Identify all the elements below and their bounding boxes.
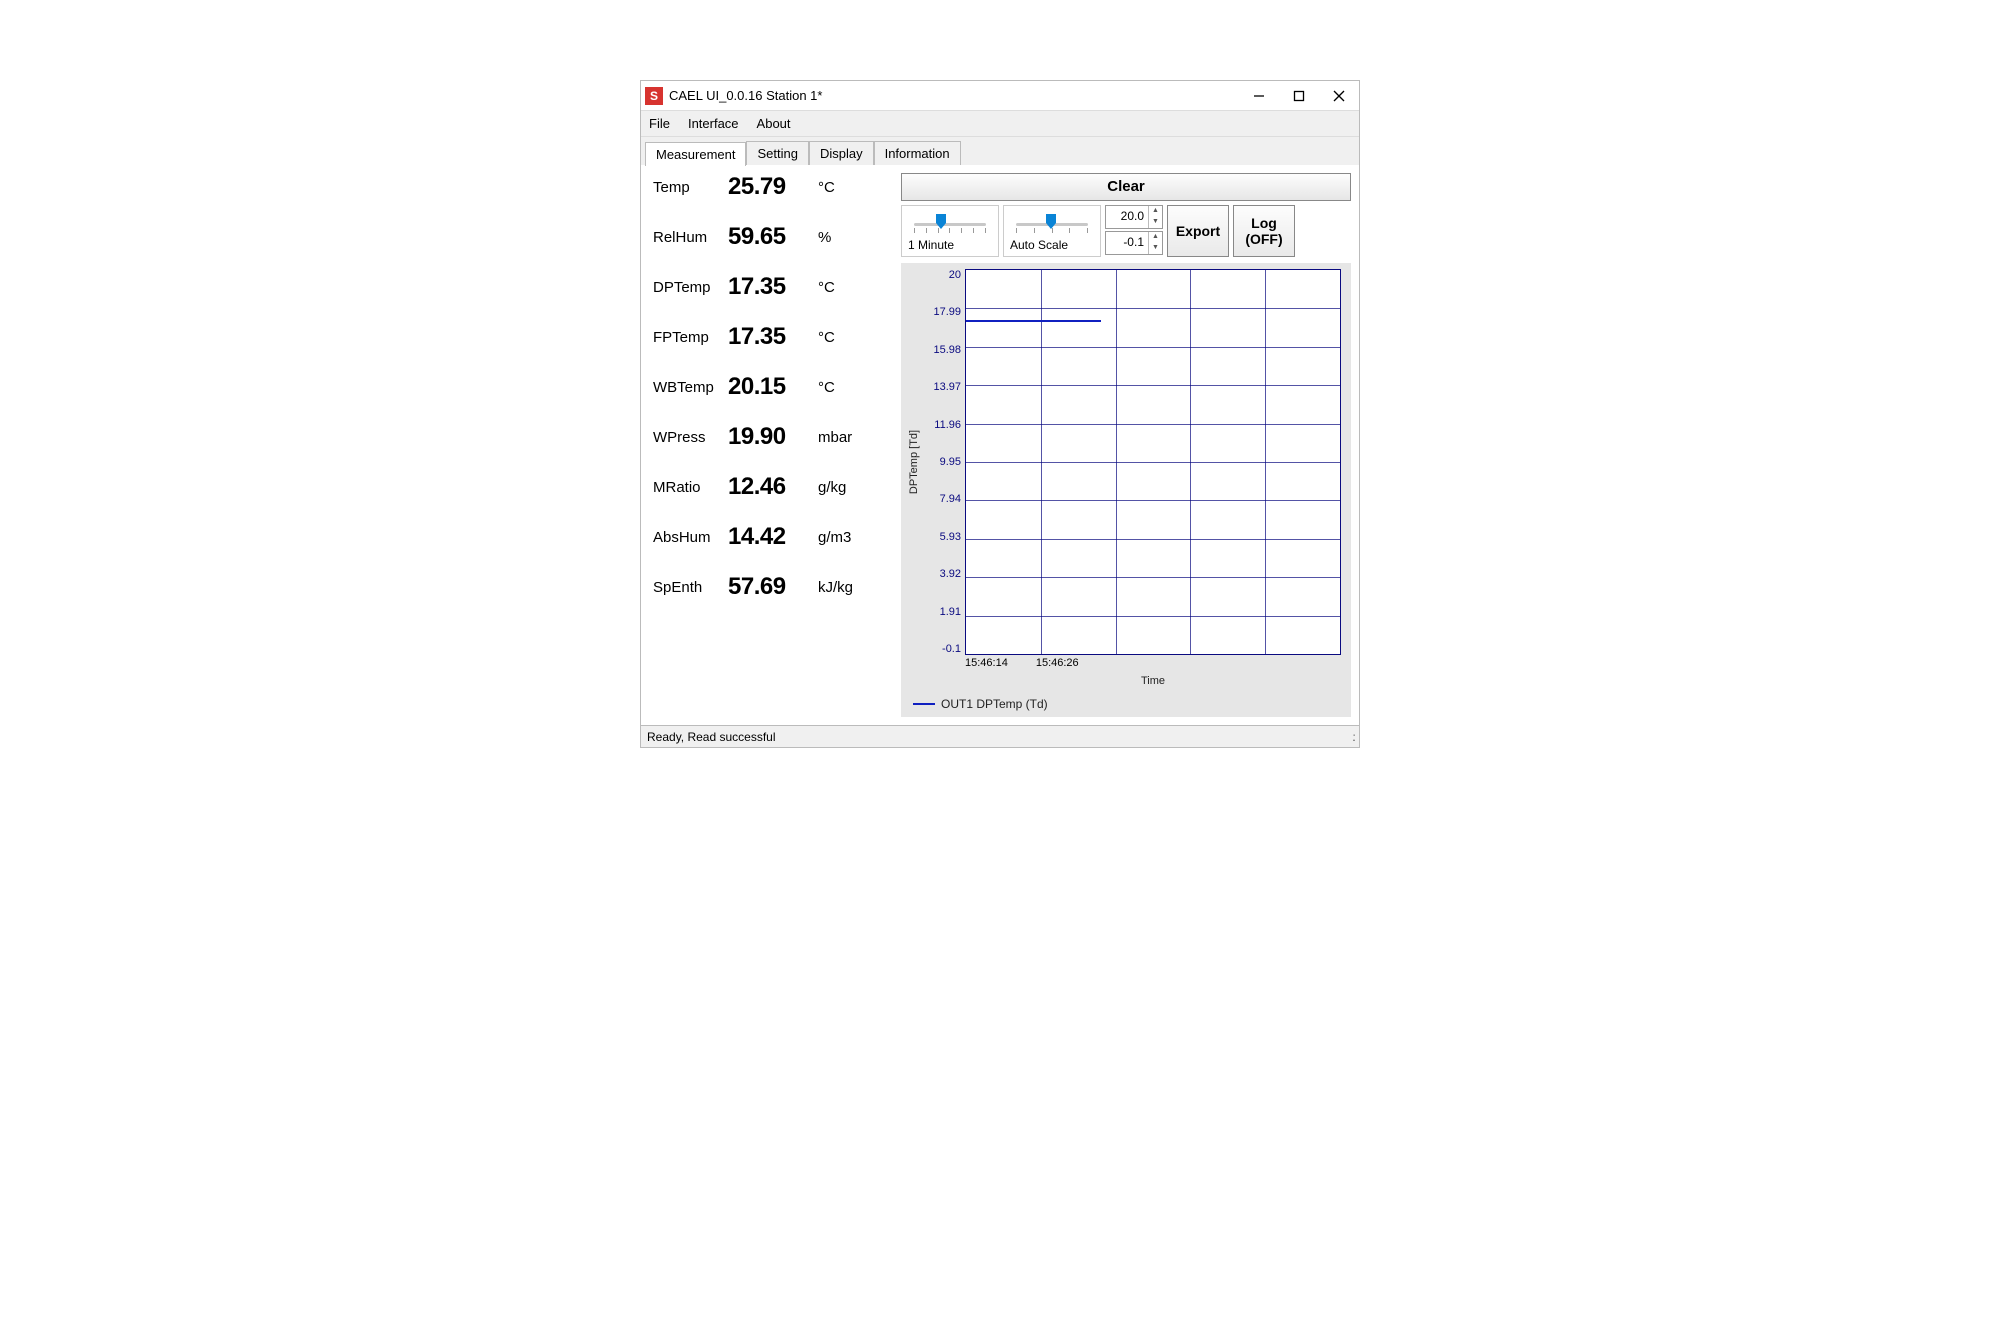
meas-label: FPTemp <box>653 329 728 346</box>
time-window-label: 1 Minute <box>908 238 954 252</box>
x-axis-label: Time <box>965 675 1341 687</box>
meas-value: 25.79 <box>728 173 818 201</box>
chart-area: DPTemp [Td] 20 17.99 15.98 13.97 11.96 9… <box>901 263 1351 717</box>
meas-unit: % <box>818 229 873 246</box>
spin-down-icon[interactable]: ▼ <box>1149 243 1162 254</box>
meas-unit: °C <box>818 379 873 396</box>
slider-thumb-icon[interactable] <box>934 214 948 230</box>
maximize-button[interactable] <box>1279 82 1319 110</box>
meas-unit: °C <box>818 329 873 346</box>
meas-label: RelHum <box>653 229 728 246</box>
tab-information[interactable]: Information <box>874 141 961 165</box>
meas-abshum: AbsHum 14.42 g/m3 <box>653 523 893 551</box>
chart-controls: 1 Minute Auto Scale 20.0 ▲▼ <box>901 205 1351 257</box>
chart-panel: Clear 1 Minute <box>901 165 1359 725</box>
log-toggle-button[interactable]: Log (OFF) <box>1233 205 1295 257</box>
meas-value: 17.35 <box>728 273 818 301</box>
spin-up-icon[interactable]: ▲ <box>1149 206 1162 217</box>
y-max-spinner[interactable]: 20.0 ▲▼ <box>1105 205 1163 229</box>
meas-unit: g/kg <box>818 479 873 496</box>
tabbar: Measurement Setting Display Information <box>641 137 1359 165</box>
legend-series-name: OUT1 DPTemp (Td) <box>941 697 1048 711</box>
meas-label: MRatio <box>653 479 728 496</box>
meas-value: 12.46 <box>728 473 818 501</box>
close-button[interactable] <box>1319 82 1359 110</box>
app-icon: S <box>645 87 663 105</box>
tab-measurement[interactable]: Measurement <box>645 142 746 166</box>
y-axis-ticks: 20 17.99 15.98 13.97 11.96 9.95 7.94 5.9… <box>923 269 965 655</box>
content: Temp 25.79 °C RelHum 59.65 % DPTemp 17.3… <box>641 165 1359 725</box>
meas-value: 20.15 <box>728 373 818 401</box>
export-button[interactable]: Export <box>1167 205 1229 257</box>
tab-display[interactable]: Display <box>809 141 874 165</box>
scale-mode-slider[interactable]: Auto Scale <box>1003 205 1101 257</box>
titlebar: S CAEL UI_0.0.16 Station 1* <box>641 81 1359 111</box>
meas-spenth: SpEnth 57.69 kJ/kg <box>653 573 893 601</box>
meas-unit: °C <box>818 179 873 196</box>
status-text: Ready, Read successful <box>647 730 776 744</box>
meas-wpress: WPress 19.90 mbar <box>653 423 893 451</box>
meas-label: AbsHum <box>653 529 728 546</box>
maximize-icon <box>1293 90 1305 102</box>
slider-thumb-icon[interactable] <box>1044 214 1058 230</box>
meas-wbtemp: WBTemp 20.15 °C <box>653 373 893 401</box>
meas-value: 19.90 <box>728 423 818 451</box>
statusbar: Ready, Read successful .:: <box>641 725 1359 747</box>
scale-mode-label: Auto Scale <box>1010 238 1068 252</box>
app-window: S CAEL UI_0.0.16 Station 1* File Interfa… <box>640 80 1360 748</box>
tab-setting[interactable]: Setting <box>746 141 808 165</box>
meas-value: 17.35 <box>728 323 818 351</box>
y-axis-label: DPTemp [Td] <box>905 269 923 655</box>
legend-swatch-icon <box>913 703 935 705</box>
meas-value: 59.65 <box>728 223 818 251</box>
meas-unit: °C <box>818 279 873 296</box>
y-range-spinners: 20.0 ▲▼ -0.1 ▲▼ <box>1105 205 1163 257</box>
close-icon <box>1333 90 1345 102</box>
clear-button[interactable]: Clear <box>901 173 1351 201</box>
resize-grip-icon[interactable]: .:: <box>1352 730 1353 744</box>
meas-mratio: MRatio 12.46 g/kg <box>653 473 893 501</box>
menu-file[interactable]: File <box>649 116 670 131</box>
y-max-value: 20.0 <box>1106 206 1148 228</box>
y-min-value: -0.1 <box>1106 232 1148 254</box>
meas-unit: mbar <box>818 429 873 446</box>
meas-value: 14.42 <box>728 523 818 551</box>
spin-down-icon[interactable]: ▼ <box>1149 217 1162 228</box>
menu-interface[interactable]: Interface <box>688 116 739 131</box>
chart-series-line <box>966 320 1101 322</box>
meas-dptemp: DPTemp 17.35 °C <box>653 273 893 301</box>
spin-up-icon[interactable]: ▲ <box>1149 232 1162 243</box>
minimize-icon <box>1253 90 1265 102</box>
meas-unit: kJ/kg <box>818 579 873 596</box>
y-min-spinner[interactable]: -0.1 ▲▼ <box>1105 231 1163 255</box>
meas-label: WPress <box>653 429 728 446</box>
menu-about[interactable]: About <box>757 116 791 131</box>
meas-value: 57.69 <box>728 573 818 601</box>
chart-legend: OUT1 DPTemp (Td) <box>913 697 1341 711</box>
meas-relhum: RelHum 59.65 % <box>653 223 893 251</box>
meas-label: WBTemp <box>653 379 728 396</box>
x-axis-ticks: 15:46:14 15:46:26 <box>965 655 1079 669</box>
meas-temp: Temp 25.79 °C <box>653 173 893 201</box>
minimize-button[interactable] <box>1239 82 1279 110</box>
time-window-slider[interactable]: 1 Minute <box>901 205 999 257</box>
window-title: CAEL UI_0.0.16 Station 1* <box>669 88 1239 103</box>
meas-unit: g/m3 <box>818 529 873 546</box>
menubar: File Interface About <box>641 111 1359 137</box>
meas-label: DPTemp <box>653 279 728 296</box>
meas-fptemp: FPTemp 17.35 °C <box>653 323 893 351</box>
measurements-panel: Temp 25.79 °C RelHum 59.65 % DPTemp 17.3… <box>641 165 901 725</box>
chart-plot <box>965 269 1341 655</box>
meas-label: SpEnth <box>653 579 728 596</box>
meas-label: Temp <box>653 179 728 196</box>
